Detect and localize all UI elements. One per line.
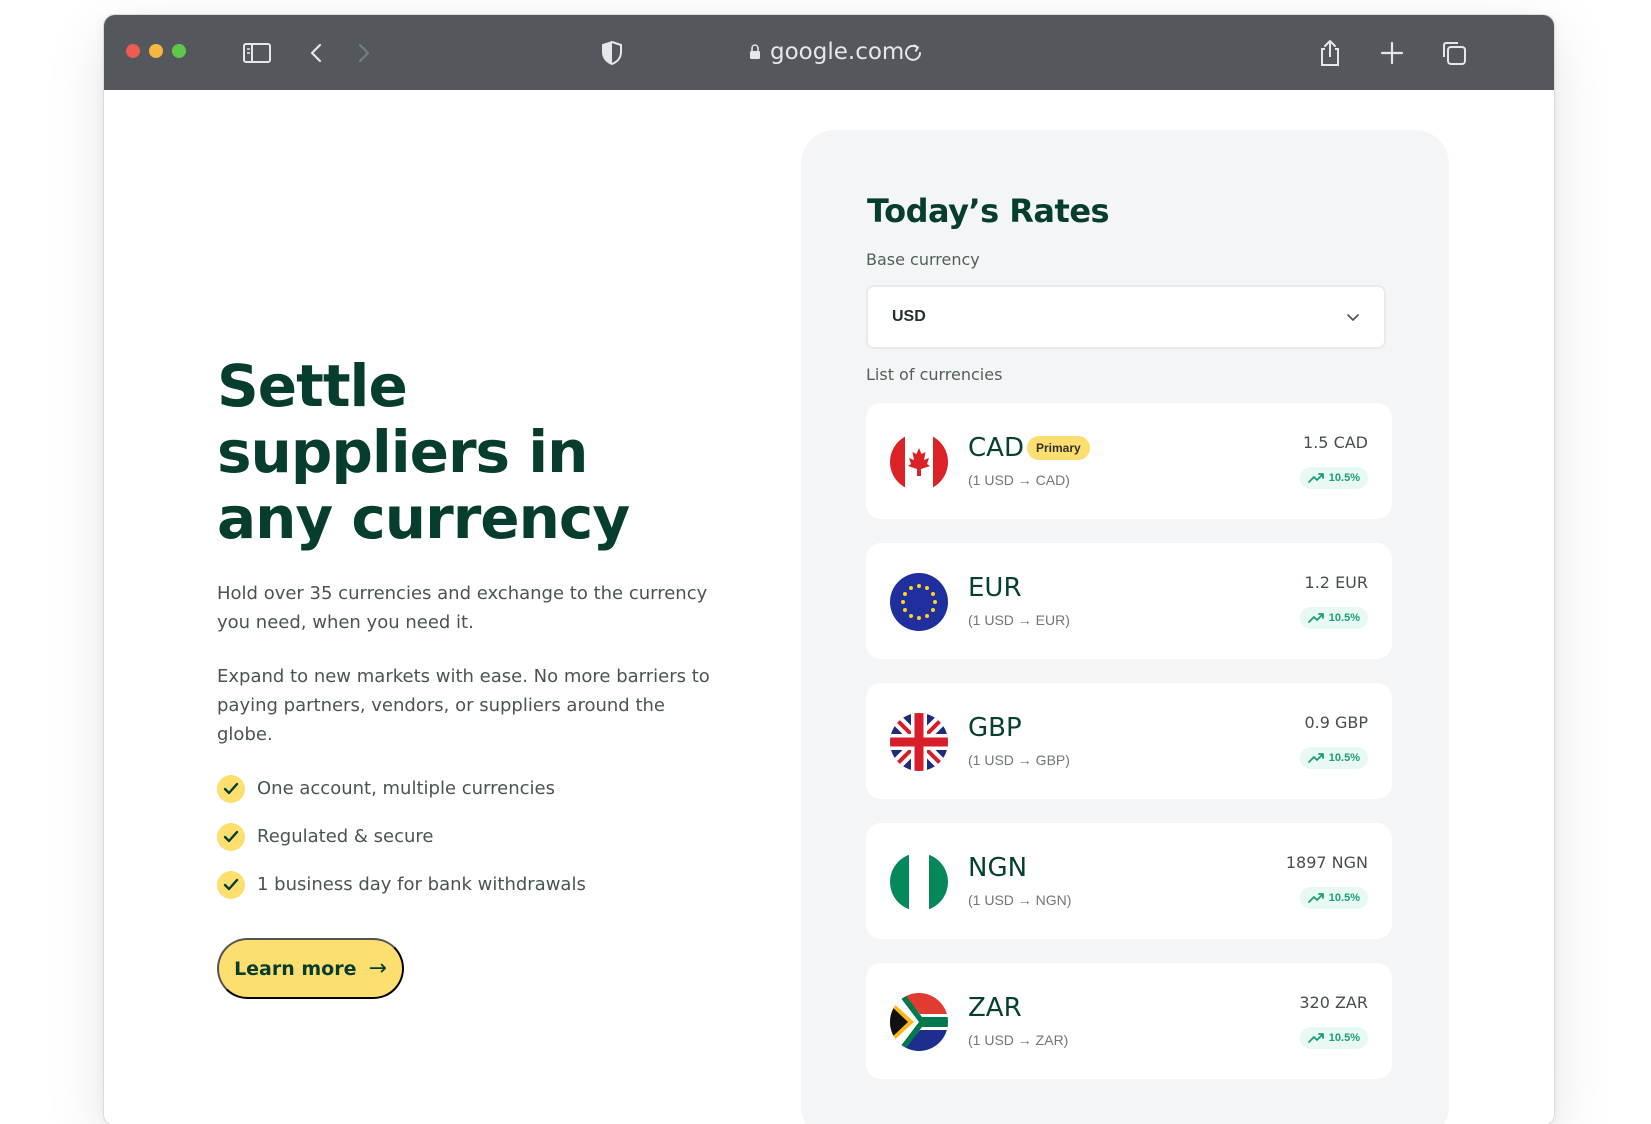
currency-code: CAD [968, 433, 1024, 463]
trend-up-icon [1307, 893, 1324, 903]
reload-icon[interactable] [897, 37, 929, 69]
hero-paragraph-2: Expand to new markets with ease. No more… [217, 666, 710, 745]
rates-panel: Today’s Rates Base currency USD List of … [801, 130, 1449, 1124]
currency-amount: 1.2 EUR [1304, 573, 1368, 592]
currency-amount: 320 ZAR [1299, 993, 1368, 1012]
trend-up-icon [1307, 753, 1324, 763]
feature-item: One account, multiple currencies [217, 774, 717, 803]
check-icon [217, 774, 245, 803]
rates-title: Today’s Rates [867, 192, 1110, 230]
web-page: Settle suppliers in any currency Hold ov… [104, 90, 1554, 1124]
currency-list-label: List of currencies [866, 365, 1003, 384]
close-window-control[interactable] [126, 44, 140, 58]
currency-item-eur[interactable]: EUR (1 USD → EUR) 1.2 EUR 10.5% [866, 543, 1392, 659]
browser-toolbar: google.com [104, 15, 1554, 90]
currency-amount: 0.9 GBP [1304, 713, 1368, 732]
nigeria-flag-icon [890, 853, 948, 911]
change-value: 10.5% [1328, 892, 1360, 904]
trend-up-icon [1307, 613, 1324, 623]
hero-headline: Settle suppliers in any currency [217, 352, 630, 552]
base-currency-label: Base currency [866, 250, 980, 269]
learn-more-label: Learn more [234, 957, 357, 980]
change-value: 10.5% [1328, 1032, 1360, 1044]
eu-flag-icon [890, 573, 948, 631]
feature-item: Regulated & secure [217, 822, 717, 851]
currency-item-gbp[interactable]: GBP (1 USD → GBP) 0.9 GBP 10.5% [866, 683, 1392, 799]
hero-paragraph-1: Hold over 35 currencies and exchange to … [217, 583, 708, 633]
currency-conversion: (1 USD → NGN) [968, 892, 1072, 908]
currency-conversion: (1 USD → EUR) [968, 612, 1070, 628]
currency-code: GBP [968, 713, 1022, 743]
trend-up-icon [1307, 473, 1324, 483]
change-badge: 10.5% [1299, 747, 1368, 769]
minimize-window-control[interactable] [149, 44, 163, 58]
share-icon[interactable] [1314, 37, 1346, 69]
hero-section: Settle suppliers in any currency Hold ov… [217, 353, 717, 999]
screenshot-stage: google.com Settle suppliers in any curre… [0, 0, 1651, 1124]
change-value: 10.5% [1328, 612, 1360, 624]
back-icon[interactable] [301, 37, 333, 69]
feature-label: 1 business day for bank withdrawals [257, 874, 586, 895]
change-badge: 10.5% [1299, 607, 1368, 629]
canada-flag-icon [890, 433, 948, 491]
arrow-right-icon: → [368, 955, 387, 981]
forward-icon[interactable] [347, 37, 379, 69]
change-value: 10.5% [1328, 472, 1360, 484]
shield-icon[interactable] [596, 37, 628, 69]
address-text: google.com [770, 39, 905, 65]
check-icon [217, 822, 245, 851]
currency-amount: 1897 NGN [1285, 853, 1368, 872]
chevron-down-icon [1347, 313, 1359, 321]
feature-label: Regulated & secure [257, 826, 434, 847]
zoom-window-control[interactable] [172, 44, 186, 58]
learn-more-button[interactable]: Learn more → [217, 938, 404, 999]
sidebar-icon[interactable] [241, 37, 273, 69]
currency-conversion: (1 USD → GBP) [968, 752, 1070, 768]
base-currency-select[interactable]: USD [866, 285, 1386, 349]
currency-code: ZAR [968, 993, 1022, 1023]
currency-item-zar[interactable]: ZAR (1 USD → ZAR) 320 ZAR 10.5% [866, 963, 1392, 1079]
currency-item-cad[interactable]: CAD Primary (1 USD → CAD) 1.5 CAD 10.5% [866, 403, 1392, 519]
currency-conversion: (1 USD → CAD) [968, 472, 1070, 488]
uk-flag-icon [890, 713, 948, 771]
feature-item: 1 business day for bank withdrawals [217, 870, 717, 899]
currency-amount: 1.5 CAD [1303, 433, 1368, 452]
currency-item-ngn[interactable]: NGN (1 USD → NGN) 1897 NGN 10.5% [866, 823, 1392, 939]
currency-list: CAD Primary (1 USD → CAD) 1.5 CAD 10.5% [866, 403, 1392, 1103]
base-currency-value: USD [892, 308, 926, 325]
trend-up-icon [1307, 1033, 1324, 1043]
check-icon [217, 870, 245, 899]
primary-badge: Primary [1027, 436, 1090, 460]
feature-label: One account, multiple currencies [257, 778, 555, 799]
tabs-icon[interactable] [1438, 37, 1470, 69]
lock-icon [750, 44, 760, 59]
new-tab-icon[interactable] [1376, 37, 1408, 69]
change-value: 10.5% [1328, 752, 1360, 764]
change-badge: 10.5% [1299, 467, 1368, 489]
address-bar[interactable]: google.com [749, 35, 969, 69]
change-badge: 10.5% [1299, 887, 1368, 909]
change-badge: 10.5% [1299, 1027, 1368, 1049]
currency-code: NGN [968, 853, 1028, 883]
browser-window: google.com Settle suppliers in any curre… [103, 14, 1555, 1124]
currency-code: EUR [968, 573, 1022, 603]
feature-list: One account, multiple currencies Regulat… [217, 774, 717, 899]
south-africa-flag-icon [890, 993, 948, 1051]
currency-conversion: (1 USD → ZAR) [968, 1032, 1069, 1048]
